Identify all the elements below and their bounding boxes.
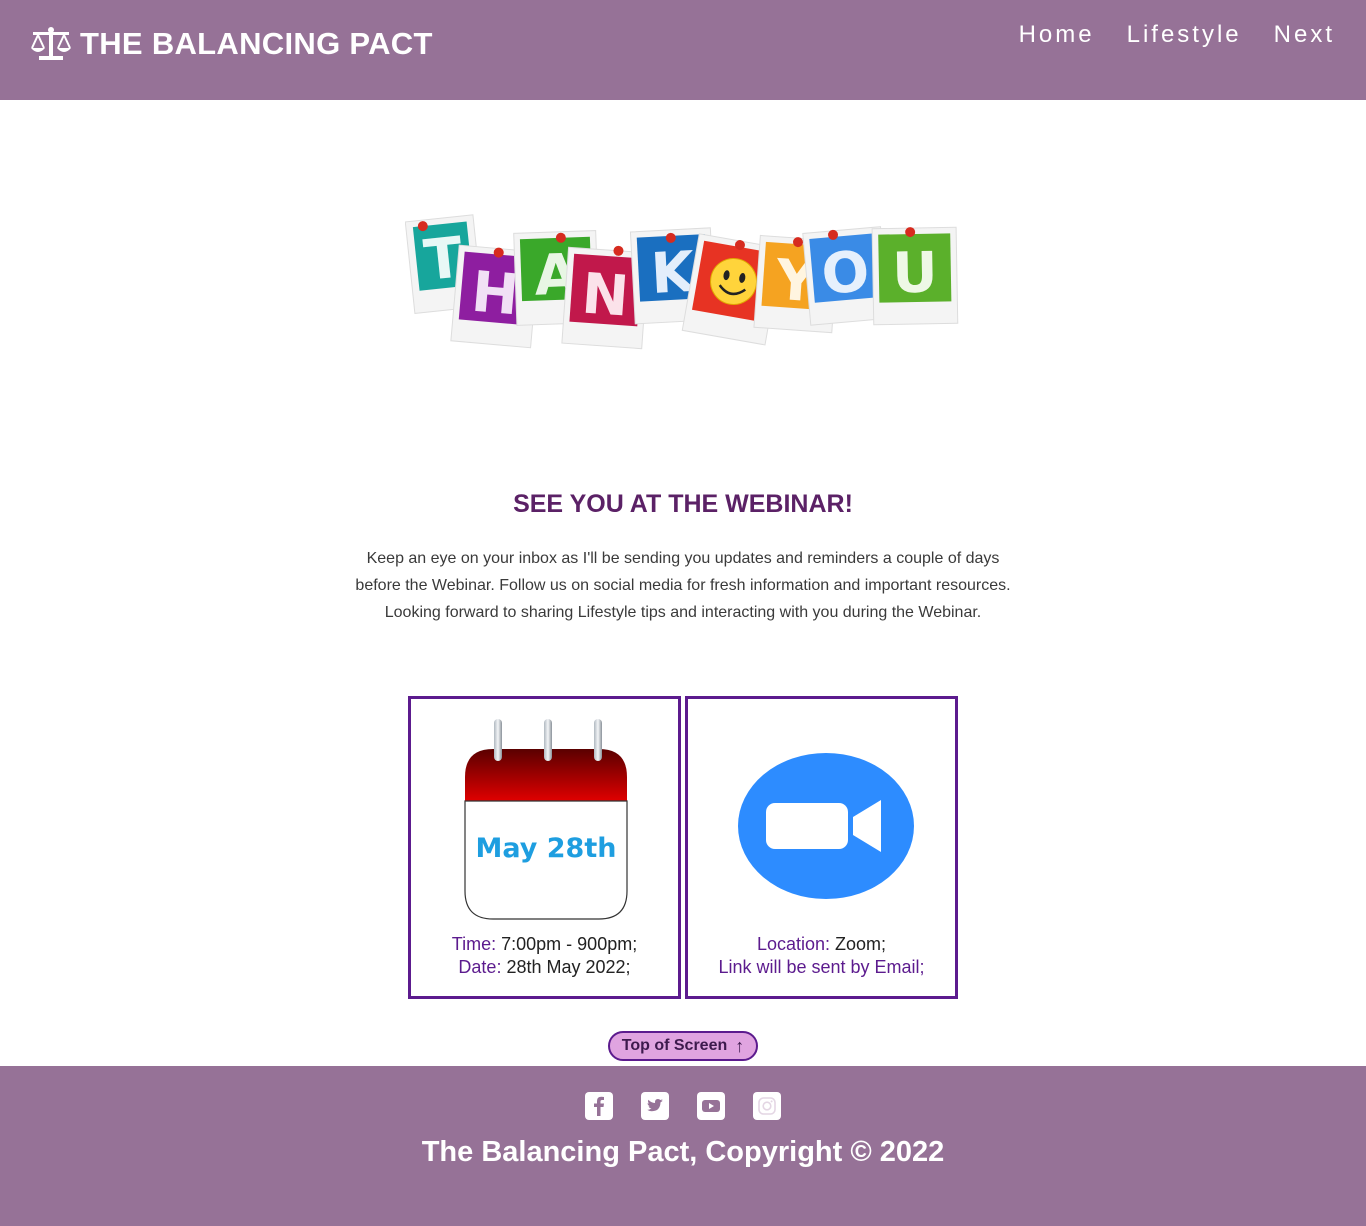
time-value: 7:00pm - 900pm; — [501, 934, 638, 954]
time-label: Time: — [451, 934, 497, 954]
top-button-label: Top of Screen — [621, 1037, 728, 1054]
letter-n: N — [580, 261, 631, 329]
brand-title: THE BALANCING PACT — [80, 26, 433, 61]
letter-u: U — [892, 241, 939, 307]
balance-scale-icon — [31, 27, 71, 60]
location-label: Location: — [756, 934, 831, 954]
main-nav: Home Lifestyle Next — [987, 20, 1335, 50]
copyright-text: The Balancing Pact, Copyright © 2022 — [421, 1136, 945, 1168]
letter-o: O — [819, 239, 872, 308]
nav-next[interactable]: Next — [1274, 20, 1335, 50]
date-card: May 28th Time: 7:00pm - 900pm; Date: 28t… — [408, 696, 681, 999]
facebook-icon[interactable] — [585, 1092, 613, 1120]
letter-h: H — [469, 260, 521, 329]
date-value: 28th May 2022; — [506, 957, 631, 977]
social-links — [0, 1092, 1366, 1120]
location-value: Zoom; — [835, 934, 887, 954]
youtube-icon[interactable] — [697, 1092, 725, 1120]
calendar-icon: May 28th — [464, 719, 628, 920]
nav-home[interactable]: Home — [1019, 20, 1095, 50]
intro-text: Keep an eye on your inbox as I'll be sen… — [355, 550, 1011, 621]
location-card: Location: Zoom; Link will be sent by Ema… — [685, 696, 958, 999]
calendar-date-text: May 28th — [476, 833, 617, 864]
date-details: Time: 7:00pm - 900pm; Date: 28th May 202… — [411, 933, 678, 979]
brand[interactable]: THE BALANCING PACT — [30, 26, 433, 62]
twitter-icon[interactable] — [641, 1092, 669, 1120]
video-camera-icon — [738, 753, 914, 899]
top-of-screen-button[interactable]: Top of Screen ↑ — [608, 1031, 758, 1061]
date-label: Date: — [458, 957, 502, 977]
instagram-icon[interactable] — [753, 1092, 781, 1120]
email-link-note: Link will be sent by Email; — [718, 957, 925, 977]
page-heading: SEE YOU AT THE WEBINAR! — [513, 490, 853, 518]
nav-lifestyle[interactable]: Lifestyle — [1127, 20, 1242, 50]
site-footer: The Balancing Pact, Copyright © 2022 — [0, 1066, 1366, 1226]
arrow-up-icon: ↑ — [735, 1035, 745, 1056]
thank-you-banner: T H A N K Y O U — [405, 214, 959, 350]
location-details: Location: Zoom; Link will be sent by Ema… — [688, 933, 955, 979]
site-header: THE BALANCING PACT Home Lifestyle Next — [0, 0, 1366, 100]
